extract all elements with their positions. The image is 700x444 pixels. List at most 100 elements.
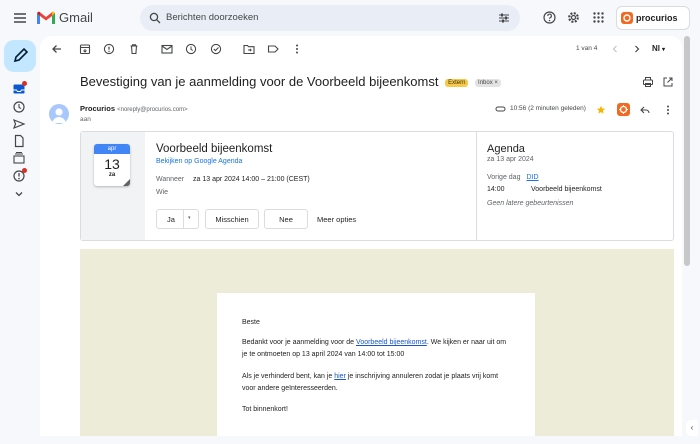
p1-text-before: Bedankt voor je aanmelding voor de	[242, 339, 357, 346]
when-label: Wanneer	[156, 176, 185, 183]
calendar-invite-card: apr 13 za Voorbeeld bijeenkomst Bekijken…	[80, 131, 674, 241]
spam-icon[interactable]	[12, 168, 27, 183]
message-subject: Bevestiging van je aanmelding voor de Vo…	[80, 74, 501, 89]
language-selector[interactable]: Nl ▾	[652, 44, 665, 53]
email-closing: Tot binnenkort!	[242, 406, 288, 413]
card-divider	[476, 132, 477, 240]
rsvp-maybe-button[interactable]: Misschien	[205, 209, 259, 229]
agenda-title: Agenda	[487, 143, 525, 155]
sender-avatar[interactable]	[49, 104, 69, 124]
language-label: Nl	[652, 44, 660, 53]
event-name-link[interactable]: Voorbeeld bijeenkomst	[356, 339, 427, 346]
attachment-link-icon	[495, 104, 506, 114]
recipient-label: aan	[80, 116, 91, 123]
compose-button[interactable]	[4, 40, 36, 72]
more-options-link[interactable]: Meer opties	[317, 215, 356, 224]
invite-day: 13	[104, 156, 120, 172]
rsvp-yes-dropdown-icon[interactable]: ▾	[188, 215, 191, 221]
label-inbox-badge[interactable]: Inbox ×	[475, 79, 501, 87]
add-task-icon[interactable]	[209, 42, 223, 56]
newer-chevron-left-icon[interactable]	[608, 42, 622, 56]
rsvp-no-button[interactable]: Nee	[264, 209, 308, 229]
search-bar[interactable]: Berichten doorzoeken	[140, 5, 520, 31]
snooze-clock-icon[interactable]	[184, 42, 198, 56]
recipient-line[interactable]: aan	[80, 116, 91, 123]
pager-count: 1 van 4	[576, 45, 598, 52]
archive-icon[interactable]	[78, 42, 92, 56]
account-brand: procurios	[636, 13, 678, 23]
procurios-logo-icon	[621, 12, 633, 24]
agenda-event-time: 14:00	[487, 186, 505, 193]
mark-unread-icon[interactable]	[160, 42, 174, 56]
more-chevron-down-icon[interactable]	[12, 187, 26, 201]
label-tag-icon[interactable]	[266, 42, 280, 56]
message-panel: 1 van 4 Nl ▾ Bevestiging van je aanmeldin…	[40, 36, 682, 436]
drafts-icon[interactable]	[12, 134, 26, 148]
spam-unread-dot	[22, 168, 27, 173]
gmail-logo-icon[interactable]	[36, 10, 56, 26]
star-icon[interactable]	[596, 105, 606, 115]
search-options-icon[interactable]	[498, 12, 510, 24]
top-bar: Gmail Berichten doorzoeken procurios	[0, 0, 700, 36]
back-arrow-icon[interactable]	[50, 42, 64, 56]
message-time: 10:56 (2 minuten geleden)	[510, 105, 586, 112]
open-in-new-window-icon[interactable]	[662, 76, 674, 88]
rsvp-yes-label: Ja	[167, 214, 175, 224]
sender-email: <noreply@procurios.com>	[117, 107, 188, 113]
email-greeting: Beste	[242, 319, 260, 326]
help-icon[interactable]	[543, 11, 556, 24]
event-title: Voorbeeld bijeenkomst	[156, 143, 273, 155]
side-panel-toggle-chevron-icon[interactable]: ‹	[686, 420, 698, 436]
email-paragraph-2: Als je verhinderd bent, kan je hier je i…	[242, 371, 512, 395]
when-value: za 13 apr 2024 14:00 – 21:00 (CEST)	[193, 176, 310, 183]
apps-grid-icon[interactable]	[593, 12, 604, 23]
invite-weekday: za	[108, 172, 116, 178]
app-name: Gmail	[59, 10, 93, 25]
search-input[interactable]: Berichten doorzoeken	[166, 12, 258, 23]
reply-icon[interactable]	[639, 104, 651, 116]
delete-trash-icon[interactable]	[127, 42, 141, 56]
previous-day-label: Vorige dag	[487, 174, 521, 181]
invite-date-panel: apr 13 za	[81, 132, 145, 240]
report-spam-icon[interactable]	[102, 42, 116, 56]
inbox-icon[interactable]	[12, 81, 27, 96]
rsvp-split-divider	[183, 210, 184, 228]
page-curl-icon	[123, 179, 130, 186]
email-body-background: Beste Bedankt voor je aanmelding voor de…	[80, 249, 674, 436]
calendar-date-icon: apr 13 za	[94, 144, 130, 186]
print-icon[interactable]	[642, 76, 654, 88]
all-mail-icon[interactable]	[12, 151, 26, 165]
agenda-no-more-events: Geen latere gebeurtenissen	[487, 200, 574, 207]
inbox-unread-dot	[22, 81, 27, 86]
sender-line: Procurios <noreply@procurios.com>	[80, 104, 188, 113]
email-content-box: Beste Bedankt voor je aanmelding voor de…	[217, 293, 535, 436]
more-options-vertical-icon[interactable]	[290, 42, 304, 56]
search-icon[interactable]	[149, 12, 161, 24]
invite-month: apr	[94, 144, 130, 154]
agenda-date: za 13 apr 2024	[487, 156, 534, 163]
cancel-registration-link[interactable]: hier	[334, 373, 346, 380]
rsvp-yes-button[interactable]: Ja ▾	[156, 209, 199, 229]
vertical-scrollbar[interactable]	[684, 36, 690, 266]
agenda-event-title[interactable]: Voorbeeld bijeenkomst	[531, 186, 602, 193]
sent-icon[interactable]	[12, 117, 26, 131]
previous-day-link[interactable]: DID	[526, 174, 538, 181]
rsvp-maybe-label: Misschien	[215, 214, 249, 224]
sender-name: Procurios	[80, 104, 116, 113]
main-menu-icon[interactable]	[12, 10, 28, 26]
settings-gear-icon[interactable]	[567, 11, 580, 24]
account-button[interactable]: procurios	[616, 6, 690, 30]
procurios-addon-icon[interactable]	[617, 103, 630, 116]
agenda-previous-day: Vorige dag DID	[487, 174, 539, 181]
rsvp-no-label: Nee	[279, 214, 293, 224]
email-paragraph-1: Bedankt voor je aanmelding voor de Voorb…	[242, 337, 512, 361]
move-to-folder-icon[interactable]	[242, 42, 256, 56]
older-chevron-right-icon[interactable]	[630, 42, 644, 56]
view-in-google-calendar-link[interactable]: Bekijken op Google Agenda	[156, 158, 242, 165]
label-extern-badge[interactable]: Extern	[445, 79, 469, 87]
language-caret-icon: ▾	[662, 47, 666, 53]
p2-text-before: Als je verhinderd bent, kan je	[242, 373, 335, 380]
message-more-icon[interactable]	[662, 104, 674, 116]
snoozed-clock-icon[interactable]	[12, 100, 26, 114]
subject-text: Bevestiging van je aanmelding voor de Vo…	[80, 74, 439, 89]
